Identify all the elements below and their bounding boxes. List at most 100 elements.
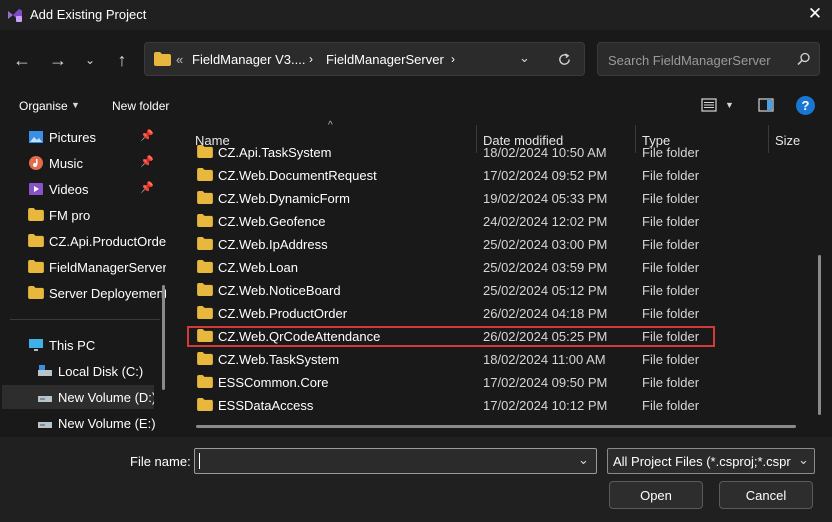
file-name-label: File name:	[130, 454, 191, 469]
window-title: Add Existing Project	[30, 7, 147, 22]
file-date: 25/02/2024 05:12 PM	[483, 283, 608, 298]
table-row[interactable]: CZ.Api.TaskSystem 18/02/2024 10:50 AM File…	[180, 143, 800, 164]
horizontal-scrollbar[interactable]	[196, 425, 796, 428]
address-bar[interactable]: « FieldManager V3.... › FieldManagerServ…	[144, 42, 585, 76]
table-row[interactable]: CZ.Web.ProductOrder 26/02/2024 04:18 PM Fi…	[180, 302, 800, 325]
caret-down-icon[interactable]: ▼	[725, 100, 734, 110]
sidebar-item-videos[interactable]: Videos 📌	[0, 177, 166, 201]
chevron-right-icon[interactable]: ›	[451, 52, 455, 66]
file-name: ESSCommon.Core	[218, 375, 329, 390]
folder-icon	[197, 375, 213, 388]
file-type: File folder	[642, 375, 700, 390]
file-date: 17/02/2024 09:52 PM	[483, 168, 608, 183]
path-overflow[interactable]: «	[176, 52, 183, 67]
file-name: CZ.Web.Geofence	[218, 214, 326, 229]
folder-icon	[197, 398, 213, 411]
file-name: CZ.Web.ProductOrder	[218, 306, 348, 321]
file-name: CZ.Web.TaskSystem	[218, 352, 340, 367]
pictures-icon	[29, 131, 43, 143]
search-field[interactable]: Search FieldManagerServer	[597, 42, 820, 76]
file-type: File folder	[642, 260, 700, 275]
open-button[interactable]: Open	[609, 481, 703, 509]
sidebar-item-this-pc[interactable]: This PC	[0, 333, 166, 357]
table-row[interactable]: CZ.Web.Loan 25/02/2024 03:59 PM File folde…	[180, 256, 800, 279]
sidebar-item-cz-api-productorder[interactable]: CZ.Api.ProductOrder	[0, 229, 166, 253]
search-icon[interactable]	[797, 52, 811, 66]
sidebar-item-local-disk-c[interactable]: Local Disk (C:)	[0, 359, 166, 383]
cancel-button[interactable]: Cancel	[719, 481, 813, 509]
table-row[interactable]: CZ.Web.IpAddress 25/02/2024 03:00 PM File …	[180, 233, 800, 256]
file-type-filter[interactable]: All Project Files (*.csproj;*.csproj) ⌄	[607, 448, 815, 474]
refresh-icon[interactable]	[557, 52, 572, 67]
recent-chevron-icon[interactable]: ⌄	[79, 49, 101, 71]
sidebar-item-music[interactable]: Music 📌	[0, 151, 166, 175]
new-folder-button[interactable]: New folder	[112, 99, 169, 113]
chevron-down-icon[interactable]: ⌄	[578, 452, 589, 468]
file-type: File folder	[642, 306, 700, 321]
file-date: 25/02/2024 03:00 PM	[483, 237, 608, 252]
file-list-scrollbar[interactable]	[818, 255, 821, 415]
table-row[interactable]: CZ.Web.Geofence 24/02/2024 12:02 PM File f…	[180, 210, 800, 233]
preview-pane-icon[interactable]	[758, 97, 774, 113]
file-type: File folder	[642, 191, 700, 206]
sidebar-item-fm-pro[interactable]: FM pro	[0, 203, 166, 227]
folder-icon	[197, 145, 213, 158]
folder-icon	[197, 214, 213, 227]
file-type: File folder	[642, 168, 700, 183]
chevron-right-icon[interactable]: ›	[309, 52, 313, 66]
up-arrow-icon[interactable]: ↑	[111, 49, 133, 71]
file-date: 18/02/2024 11:00 AM	[483, 352, 606, 367]
breadcrumb-item[interactable]: FieldManagerServer	[326, 52, 444, 67]
folder-icon	[28, 286, 44, 299]
back-arrow-icon[interactable]: ←	[11, 49, 33, 71]
pin-icon[interactable]: 📌	[140, 129, 154, 142]
sidebar-item-pictures[interactable]: Pictures 📌	[0, 125, 166, 149]
table-row[interactable]: CZ.Web.DynamicForm 19/02/2024 05:33 PM Fil…	[180, 187, 800, 210]
folder-icon	[197, 283, 213, 296]
file-date: 17/02/2024 10:12 PM	[483, 398, 608, 413]
file-name: ESSDataAccess	[218, 398, 314, 413]
sidebar-item-fieldmanagerserver[interactable]: FieldManagerServer	[0, 255, 166, 279]
file-name-input[interactable]: ⌄	[194, 448, 597, 474]
help-icon[interactable]: ?	[796, 96, 815, 115]
organise-button[interactable]: Organise	[19, 99, 68, 113]
chevron-down-icon[interactable]: ⌄	[519, 50, 530, 66]
folder-icon	[28, 260, 44, 273]
file-type: File folder	[642, 283, 700, 298]
computer-icon	[29, 339, 43, 351]
videos-icon	[29, 183, 43, 195]
table-row[interactable]: ESSDataAccess 17/02/2024 10:12 PM File fol…	[180, 394, 800, 417]
table-row[interactable]: ESSCommon.Core 17/02/2024 09:50 PM File fo…	[180, 371, 800, 394]
drive-icon	[38, 365, 52, 376]
table-row[interactable]: CZ.Web.TaskSystem 18/02/2024 11:00 AM File…	[180, 348, 800, 371]
file-name: CZ.Api.TaskSystem	[218, 145, 332, 160]
file-type: File folder	[642, 352, 700, 367]
pin-icon[interactable]: 📌	[140, 181, 154, 194]
forward-arrow-icon[interactable]: →	[47, 49, 69, 71]
search-placeholder[interactable]: Search FieldManagerServer	[608, 53, 771, 68]
file-type: File folder	[642, 398, 700, 413]
folder-icon	[28, 234, 44, 247]
file-date: 19/02/2024 05:33 PM	[483, 191, 608, 206]
folder-icon	[28, 208, 44, 221]
pin-icon[interactable]: 📌	[140, 155, 154, 168]
file-date: 25/02/2024 03:59 PM	[483, 260, 608, 275]
sidebar-item-new-volume-d[interactable]: New Volume (D:)	[2, 385, 154, 409]
folder-icon	[197, 306, 213, 319]
file-date: 26/02/2024 04:18 PM	[483, 306, 608, 321]
folder-icon	[197, 260, 213, 273]
table-row[interactable]: CZ.Web.DocumentRequest 17/02/2024 09:52 P…	[180, 164, 800, 187]
file-name: CZ.Web.IpAddress	[218, 237, 328, 252]
close-icon[interactable]: ✕	[806, 4, 824, 24]
file-list: CZ.Api.TaskSystem 18/02/2024 10:50 AM File…	[180, 143, 800, 428]
sidebar-scrollbar[interactable]	[162, 285, 165, 390]
breadcrumb-item[interactable]: FieldManager V3....	[192, 52, 305, 67]
caret-down-icon[interactable]: ▼	[71, 100, 80, 110]
table-row[interactable]: CZ.Web.NoticeBoard 25/02/2024 05:12 PM Fil…	[180, 279, 800, 302]
chevron-down-icon[interactable]: ⌄	[798, 452, 809, 468]
sidebar-item-new-volume-e[interactable]: New Volume (E:)	[0, 411, 166, 435]
folder-icon	[197, 237, 213, 250]
sidebar-item-server-deployement[interactable]: Server Deployement	[0, 281, 166, 305]
view-list-icon[interactable]	[701, 97, 717, 113]
file-type: File folder	[642, 237, 700, 252]
